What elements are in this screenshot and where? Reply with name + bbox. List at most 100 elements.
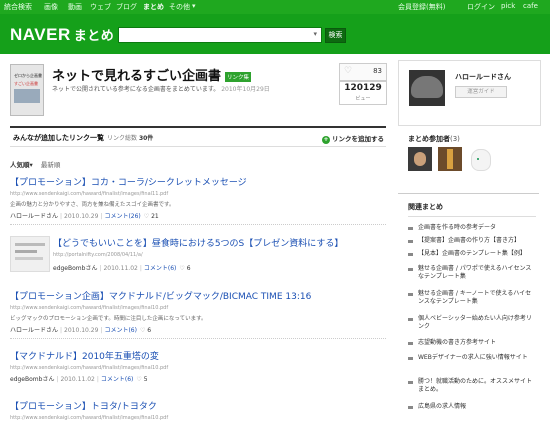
heart-icon: ♡ <box>143 213 150 220</box>
link-collection-badge: リンク集 <box>225 71 252 82</box>
nav-link-other[interactable]: その他 <box>169 2 190 12</box>
page-title: ネットで見れるすごい企画書 リンク集 <box>52 69 252 84</box>
chevron-down-icon: ▾ <box>192 2 196 10</box>
item-hearts: 5 <box>143 376 148 383</box>
related-link[interactable]: 魅せる企画書 / キーノートで使えるハイセンスなテンプレート集 <box>408 290 536 306</box>
item-description: ビッグマックのプロモーション企画です。時間に注目した企画になっています。 <box>10 316 207 322</box>
item-date: 2010.10.29 <box>64 327 99 334</box>
list-item: 【プロモーション企画】マクドナルド/ビッグマック/BICMAC TIME 13:… <box>10 289 386 339</box>
item-url[interactable]: http://www.sendenkaigi.com/haward/finali… <box>10 415 386 421</box>
plus-icon: + <box>322 136 330 144</box>
related-link[interactable]: 【提案書】企画書の作り方【書き方】 <box>408 237 536 245</box>
profile-name[interactable]: ハロールードさん <box>455 72 511 82</box>
favorite-count: 83 <box>373 67 382 75</box>
item-hearts: 21 <box>151 213 159 220</box>
related-link[interactable]: 企画書を作る時の参考データ <box>408 224 536 232</box>
item-title-link[interactable]: 【プロモーション】コカ・コーラ/シークレットメッセージ <box>10 175 386 188</box>
item-title-link[interactable]: 【どうでもいいことを】昼食時における5つのS【プレゼン資料にする】 <box>53 236 343 249</box>
item-comments[interactable]: コメント(6) <box>101 376 134 383</box>
article-thumbnail: ゼロから企画書 すごい企画書 <box>10 64 44 116</box>
item-url[interactable]: http://www.sendenkaigi.com/haward/finali… <box>10 365 386 371</box>
item-comments[interactable]: コメント(6) <box>144 265 177 272</box>
heart-icon: ♡ <box>139 327 146 334</box>
avatar[interactable] <box>409 70 445 106</box>
site-header: NAVER まとめ ▾ 検索 <box>0 14 550 54</box>
participant-avatar[interactable] <box>438 147 462 171</box>
item-title-link[interactable]: 【プロモーション】トヨタ/トヨタク <box>10 399 386 412</box>
item-meta: edgeBombさん | 2010.11.02 | コメント(6) ♡ 6 <box>53 265 191 272</box>
item-hearts: 6 <box>186 265 191 272</box>
list-item: 【どうでもいいことを】昼食時における5つのS【プレゼン資料にする】 http:/… <box>10 236 386 276</box>
item-thumbnail[interactable] <box>10 236 50 272</box>
favorite-button[interactable]: ♡ 83 <box>339 63 387 81</box>
item-url[interactable]: http://www.sendenkaigi.com/haward/finali… <box>10 305 386 311</box>
participants-title: まとめ参加者(3) <box>408 135 460 143</box>
add-link-button[interactable]: + リンクを追加する <box>322 133 384 144</box>
nav-link-blog[interactable]: ブログ <box>116 2 137 12</box>
view-label: ビュー <box>355 96 371 102</box>
item-date: 2010.10.29 <box>64 213 99 220</box>
nav-link-web[interactable]: ウェブ <box>90 2 111 12</box>
item-user[interactable]: ハロールードさん <box>10 213 58 220</box>
item-meta: edgeBombさん | 2010.11.02 | コメント(6) ♡ 5 <box>10 376 148 383</box>
item-date: 2010.11.02 <box>103 265 138 272</box>
related-panel: 関連まとめ 企画書を作る時の参考データ 【提案書】企画書の作り方【書き方】 【見… <box>398 193 539 424</box>
related-link[interactable]: 【見本】企画書のテンプレート集【例】 <box>408 250 536 258</box>
nav-link-video[interactable]: 動画 <box>68 2 82 12</box>
view-count: 120129 <box>344 83 382 93</box>
item-title-link[interactable]: 【マクドナルド】2010年五重塔の変 <box>10 349 386 362</box>
related-link[interactable]: 魅せる企画書 / パワポで使えるハイセンスなテンプレート集 <box>408 265 536 281</box>
heart-icon: ♡ <box>179 265 185 272</box>
profile-card: ハロールードさん 運営ガイド <box>398 60 541 126</box>
item-comments[interactable]: コメント(6) <box>104 327 137 334</box>
article-date: 2010年10月29日 <box>221 86 270 93</box>
naver-logo[interactable]: NAVER まとめ <box>10 25 114 45</box>
sort-popular[interactable]: 人気順 <box>10 161 30 169</box>
item-title-link[interactable]: 【プロモーション企画】マクドナルド/ビッグマック/BICMAC TIME 13:… <box>10 289 386 302</box>
cafe-link[interactable]: cafe <box>523 2 538 10</box>
item-meta: ハロールードさん | 2010.10.29 | コメント(6) ♡ 6 <box>10 327 152 334</box>
pick-link[interactable]: pick <box>501 2 515 10</box>
list-item: 【プロモーション】コカ・コーラ/シークレットメッセージ http://www.s… <box>10 175 386 225</box>
related-link[interactable]: 志望動機の書き方参考サイト <box>408 339 536 347</box>
nav-link-images[interactable]: 画像 <box>44 2 58 12</box>
related-link[interactable]: WEBデザイナーの求人に強い情報サイト <box>408 354 536 362</box>
sort-latest[interactable]: 最新順 <box>41 161 61 169</box>
nav-link-matome[interactable]: まとめ <box>143 2 164 12</box>
item-user[interactable]: edgeBombさん <box>53 265 97 272</box>
item-date: 2010.11.02 <box>60 376 95 383</box>
article-description: ネットで公開されている参考になる企画書をまとめています。 2010年10月29日 <box>52 86 270 93</box>
heart-icon: ♡ <box>136 376 142 383</box>
profile-guide-button[interactable]: 運営ガイド <box>455 86 507 98</box>
list-item: 【マクドナルド】2010年五重塔の変 http://www.sendenkaig… <box>10 349 386 383</box>
heart-icon: ♡ <box>344 66 353 76</box>
search-input[interactable]: ▾ <box>118 27 322 43</box>
item-description: 企画の魅力と分かりやすさ、両方を兼ね備えたスゴイ企画書です。 <box>10 202 175 208</box>
login-link[interactable]: ログイン <box>467 2 495 12</box>
related-link[interactable]: 広島県の求人情報 <box>408 403 536 411</box>
section-title: みんなが追加したリンク一覧 <box>13 134 104 142</box>
related-link[interactable]: 個人ベビーシッター始めたい人向け参考リンク <box>408 315 536 331</box>
sort-tabs: 人気順▾ 最新順 <box>10 159 60 169</box>
participant-avatar[interactable] <box>468 147 492 171</box>
nav-link-search[interactable]: 統合検索 <box>4 2 32 12</box>
item-user[interactable]: ハロールードさん <box>10 327 58 334</box>
related-link[interactable]: 勝つ！就職活動のために。オススメサイトまとめ。 <box>408 378 536 394</box>
related-title: 関連まとめ <box>408 203 443 211</box>
item-comments[interactable]: コメント(26) <box>104 213 140 220</box>
search-button[interactable]: 検索 <box>325 28 346 43</box>
item-url[interactable]: http://portalnifty.com/2008/04/11/a/ <box>53 252 343 258</box>
register-link[interactable]: 会員登録(無料) <box>398 2 445 12</box>
item-hearts: 6 <box>147 327 152 334</box>
link-list-header: みんなが追加したリンク一覧 リンク総数 30件 + リンクを追加する <box>10 126 386 147</box>
item-url[interactable]: http://www.sendenkaigi.com/haward/finali… <box>10 191 386 197</box>
list-item: 【プロモーション】トヨタ/トヨタク http://www.sendenkaigi… <box>10 399 386 421</box>
item-user[interactable]: edgeBombさん <box>10 376 54 383</box>
top-nav-bar: 統合検索 画像 動画 ウェブ ブログ まとめ その他 ▾ 会員登録(無料) ログ… <box>0 0 550 14</box>
chevron-down-icon: ▾ <box>29 161 33 169</box>
item-meta: ハロールードさん | 2010.10.29 | コメント(26) ♡ 21 <box>10 213 159 220</box>
view-counter: 120129 ビュー <box>339 81 387 105</box>
link-count: リンク総数 30件 <box>107 135 154 142</box>
chevron-down-icon[interactable]: ▾ <box>313 30 317 38</box>
participant-avatar[interactable] <box>408 147 432 171</box>
